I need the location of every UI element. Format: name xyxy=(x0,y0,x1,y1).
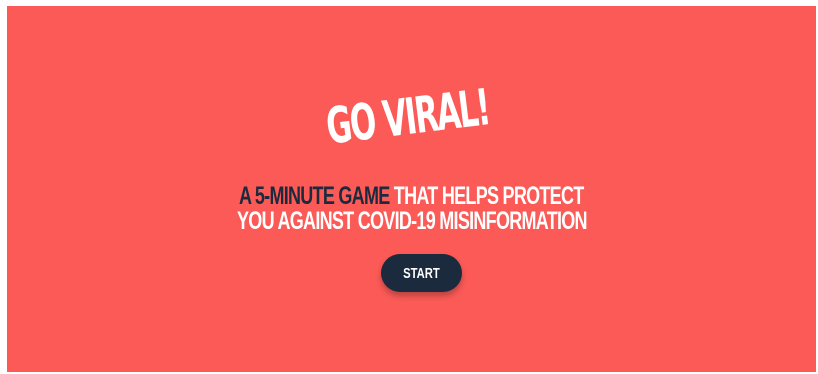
tagline-line-1: A 5-MINUTE GAME THAT HELPS PROTECT xyxy=(239,184,584,209)
start-button-label: START xyxy=(403,264,440,282)
start-button[interactable]: START xyxy=(381,254,462,292)
game-logo: GO VIRAL! xyxy=(7,39,813,195)
logo-title: GO VIRAL! xyxy=(323,78,492,156)
tagline-highlight: A 5-MINUTE GAME xyxy=(239,182,390,210)
tagline: A 5-MINUTE GAME THAT HELPS PROTECT YOU A… xyxy=(7,184,816,234)
tagline-line-2: YOU AGAINST COVID-19 MISINFORMATION xyxy=(236,207,588,235)
landing-screen: GO VIRAL! A 5-MINUTE GAME THAT HELPS PRO… xyxy=(7,6,816,372)
tagline-rest: THAT HELPS PROTECT xyxy=(389,182,584,210)
